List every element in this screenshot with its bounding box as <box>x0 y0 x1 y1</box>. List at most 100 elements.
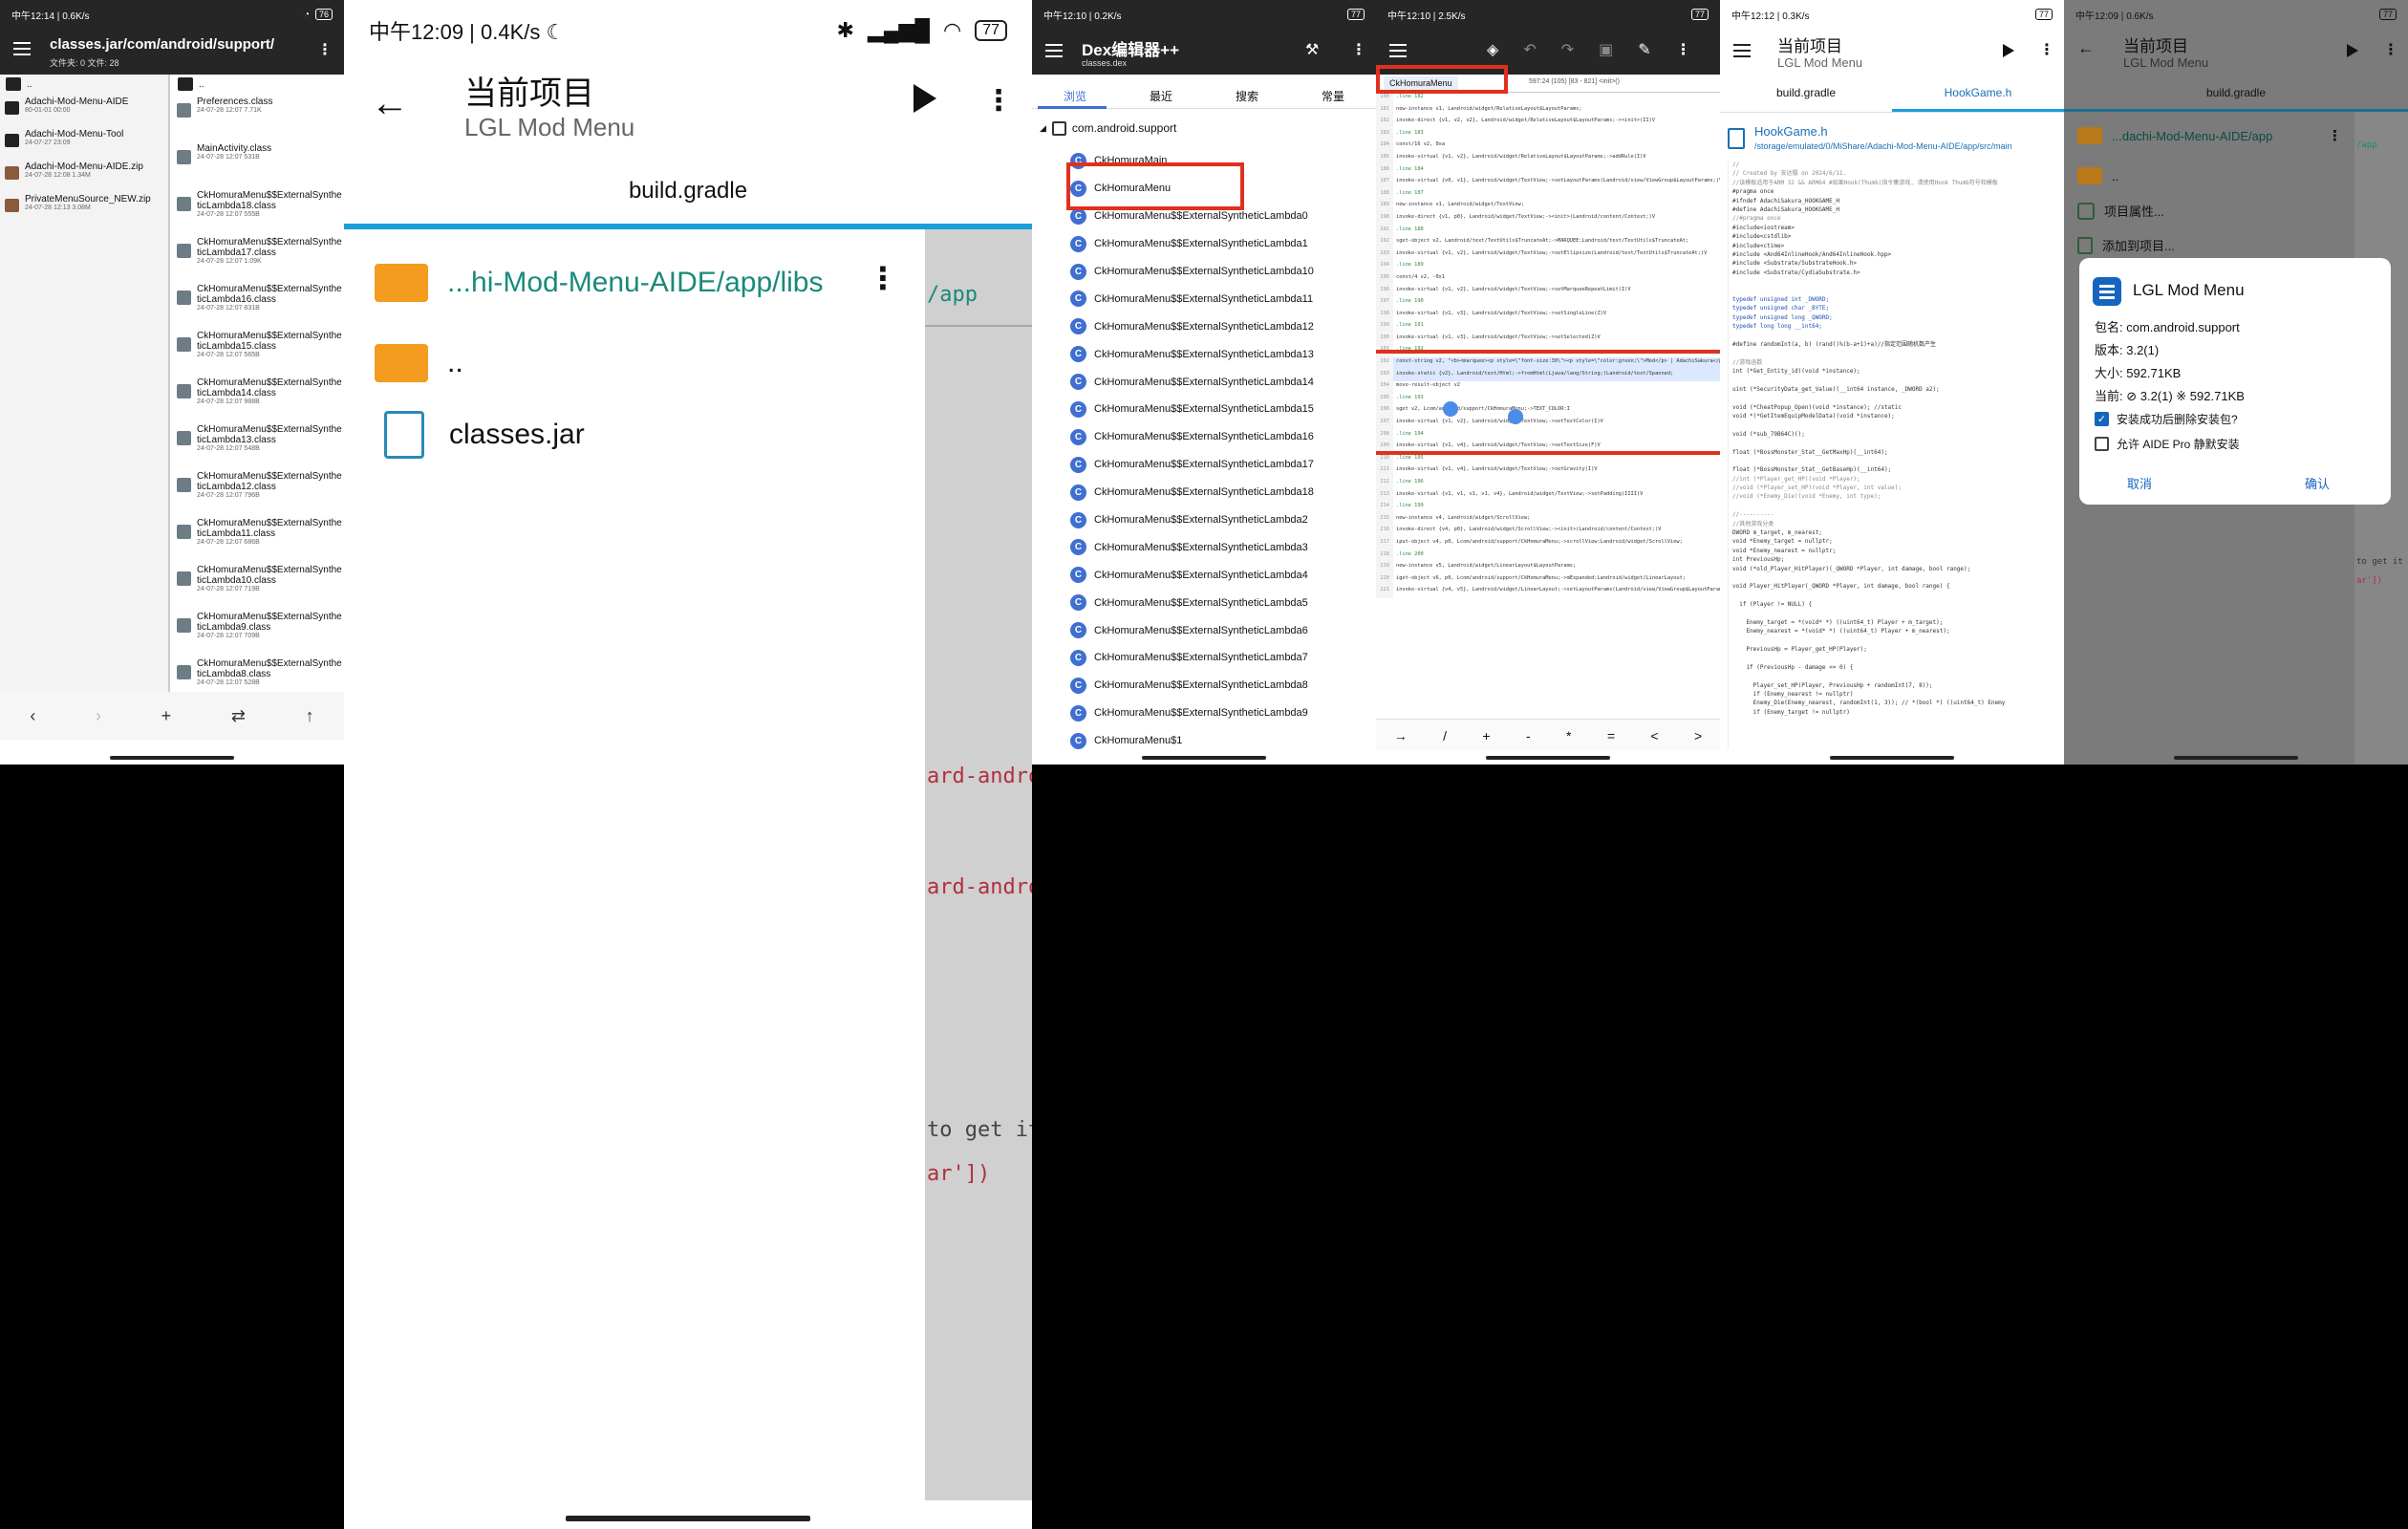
symbol-key[interactable]: + <box>1482 728 1490 743</box>
file-list-item[interactable]: CkHomuraMenu$$ExternalSyntheticLambda9.c… <box>172 609 344 656</box>
menu-icon[interactable] <box>13 42 31 55</box>
class-list-item[interactable]: C CkHomuraMenu$$ExternalSyntheticLambda4 <box>1070 561 1376 589</box>
add-button[interactable]: + <box>161 706 172 726</box>
overflow-icon[interactable]: ⋮ <box>1351 40 1366 59</box>
back-arrow-icon[interactable]: ← <box>371 82 409 125</box>
class-list-item[interactable]: C CkHomuraMenu$$ExternalSyntheticLambda8 <box>1070 672 1376 700</box>
dialog-overflow-icon[interactable]: ⋮ <box>868 260 898 296</box>
dialog-path-row[interactable]: ...hi-Mod-Menu-AIDE/app/libs <box>375 254 824 312</box>
class-list-item[interactable]: C CkHomuraMenu$$ExternalSyntheticLambda14 <box>1070 368 1376 396</box>
hammer-icon[interactable]: ⚒ <box>1305 40 1319 59</box>
undo-icon[interactable]: ↶ <box>1523 40 1536 59</box>
forward-nav-button[interactable]: › <box>96 706 101 726</box>
parent-dir-row[interactable]: .. <box>0 75 168 94</box>
class-list-item[interactable]: C CkHomuraMenu$$ExternalSyntheticLambda13 <box>1070 340 1376 368</box>
tab-2[interactable]: 搜索 <box>1236 82 1258 108</box>
menu-add-to-project[interactable]: 添加到项目... <box>2077 236 2175 254</box>
confirm-button[interactable]: 确认 <box>2305 474 2330 492</box>
class-list-item[interactable]: C CkHomuraMenu$$ExternalSyntheticLambda12 <box>1070 312 1376 340</box>
class-list-item[interactable]: C CkHomuraMenu$$ExternalSyntheticLambda3 <box>1070 533 1376 561</box>
symbol-key[interactable]: → <box>1394 728 1408 743</box>
parent-dir-row[interactable]: .. <box>172 75 344 94</box>
tab-build-gradle[interactable]: build.gradle <box>344 178 1032 205</box>
back-arrow-icon[interactable]: ← <box>2077 38 2095 58</box>
class-list-item[interactable]: C CkHomuraMenu$$ExternalSyntheticLambda7 <box>1070 644 1376 672</box>
selection-handle-right[interactable] <box>1508 409 1523 424</box>
file-list-item[interactable]: CkHomuraMenu$$ExternalSyntheticLambda11.… <box>172 515 344 562</box>
symbol-key[interactable]: * <box>1566 728 1571 743</box>
class-list-item[interactable]: C CkHomuraMenu$$ExternalSyntheticLambda5 <box>1070 589 1376 616</box>
file-list-item[interactable]: PrivateMenuSource_NEW.zip 24-07-28 12:13 … <box>0 191 168 224</box>
tab-hookgame[interactable]: HookGame.h <box>1892 86 2064 99</box>
selection-handle-left[interactable] <box>1443 401 1458 417</box>
tab-build-gradle[interactable]: build.gradle <box>1720 86 1892 99</box>
run-icon[interactable] <box>2347 44 2358 57</box>
overflow-icon[interactable]: ⋮ <box>2383 40 2398 59</box>
class-list-item[interactable]: C CkHomuraMenu$$ExternalSyntheticLambda17 <box>1070 451 1376 479</box>
swap-button[interactable]: ⇄ <box>231 706 246 726</box>
file-list-item[interactable]: CkHomuraMenu$$ExternalSyntheticLambda15.… <box>172 328 344 375</box>
menu-project-properties[interactable]: 项目属性... <box>2077 202 2164 220</box>
silent-install-checkbox[interactable]: 允许 AIDE Pro 静默安装 <box>2095 436 2240 452</box>
delete-after-install-checkbox[interactable]: ✓ 安装成功后删除安装包? <box>2095 411 2238 427</box>
file-list-item[interactable]: Preferences.class 24-07-28 12:07 7.71K <box>172 94 344 140</box>
tab-0[interactable]: 浏览 <box>1064 82 1086 108</box>
class-list-item[interactable]: C CkHomuraMenu$$ExternalSyntheticLambda16 <box>1070 423 1376 451</box>
settings-icon <box>2077 202 2095 220</box>
class-list-item[interactable]: C CkHomuraMenu$$ExternalSyntheticLambda1 <box>1070 230 1376 258</box>
class-list-item[interactable]: C CkHomuraMenu$$ExternalSyntheticLambda9 <box>1070 700 1376 727</box>
class-list-item[interactable]: C CkHomuraMenu$$ExternalSyntheticLambda15 <box>1070 396 1376 423</box>
class-list-item[interactable]: C CkHomuraMenu$$ExternalSyntheticLambda11 <box>1070 285 1376 312</box>
up-button[interactable]: ↑ <box>306 706 314 726</box>
class-list-item[interactable]: C CkHomuraMenu$$ExternalSyntheticLambda6 <box>1070 616 1376 644</box>
path-overflow-icon[interactable]: ⋮ <box>2328 127 2342 144</box>
redo-icon[interactable]: ↷ <box>1561 40 1574 59</box>
run-icon[interactable] <box>2003 44 2014 57</box>
file-list-item[interactable]: CkHomuraMenu$$ExternalSyntheticLambda17.… <box>172 234 344 281</box>
compass-icon[interactable]: ◈ <box>1487 40 1498 59</box>
overflow-icon[interactable]: ⋮ <box>1676 40 1691 59</box>
class-list-item[interactable]: C CkHomuraMenu$$ExternalSyntheticLambda10 <box>1070 258 1376 286</box>
menu-icon[interactable] <box>1733 44 1751 57</box>
file-list-item[interactable]: Adachi-Mod-Menu-AIDE.zip 24-07-28 12:08 1… <box>0 159 168 191</box>
symbol-key[interactable]: > <box>1694 728 1702 743</box>
package-row[interactable]: ◢ com.android.support <box>1040 118 1176 138</box>
symbol-key[interactable]: - <box>1526 728 1531 743</box>
class-list-item[interactable]: C CkHomuraMenu$1 <box>1070 727 1376 755</box>
overflow-icon[interactable]: ⋮ <box>2039 40 2054 59</box>
path-row[interactable]: ...dachi-Mod-Menu-AIDE/app <box>2077 127 2272 144</box>
symbol-key[interactable]: / <box>1443 728 1447 743</box>
file-list-item[interactable]: Adachi-Mod-Menu-AIDE 80-01-01 00:00 <box>0 94 168 126</box>
class-list-item[interactable]: C CkHomuraMenu$$ExternalSyntheticLambda18 <box>1070 479 1376 506</box>
menu-icon[interactable] <box>1389 44 1407 57</box>
code-text: .line 188 <box>1396 226 1424 232</box>
file-list-item[interactable]: CkHomuraMenu$$ExternalSyntheticLambda10.… <box>172 562 344 609</box>
file-list-item[interactable]: CkHomuraMenu$$ExternalSyntheticLambda16.… <box>172 281 344 328</box>
file-list-item[interactable]: CkHomuraMenu$$ExternalSyntheticLambda12.… <box>172 468 344 515</box>
jar-file-row[interactable]: classes.jar <box>384 401 585 468</box>
tab-build-gradle[interactable]: build.gradle <box>2064 86 2408 99</box>
file-list-item[interactable]: MainActivity.class 24-07-28 12:07 531B <box>172 140 344 187</box>
parent-dir-row[interactable]: .. <box>375 334 463 392</box>
class-list-item[interactable]: C CkHomuraMenu$$ExternalSyntheticLambda2 <box>1070 506 1376 534</box>
run-icon[interactable] <box>914 84 936 113</box>
tab-1[interactable]: 最近 <box>1150 82 1172 108</box>
class-file-icon <box>177 103 191 118</box>
menu-icon[interactable] <box>1045 44 1063 57</box>
edit-icon[interactable]: ✎ <box>1638 40 1650 59</box>
save-icon[interactable]: ▣ <box>1599 40 1613 59</box>
parent-dir-row[interactable]: .. <box>2077 167 2118 184</box>
file-list-item[interactable]: Adachi-Mod-Menu-Tool 24-07-27 23:09 <box>0 126 168 159</box>
file-list-item[interactable]: CkHomuraMenu$$ExternalSyntheticLambda18.… <box>172 187 344 234</box>
code-line: #include<cstdlib> <box>1732 233 1792 241</box>
overflow-icon[interactable]: ⋮ <box>984 84 1013 118</box>
back-nav-button[interactable]: ‹ <box>30 706 35 726</box>
cancel-button[interactable]: 取消 <box>2127 474 2152 492</box>
symbol-key[interactable]: < <box>1650 728 1658 743</box>
file-list-item[interactable]: CkHomuraMenu$$ExternalSyntheticLambda14.… <box>172 375 344 421</box>
overflow-icon[interactable]: ⋮ <box>317 40 333 59</box>
tab-3[interactable]: 常量 <box>1322 82 1344 108</box>
file-list-item[interactable]: CkHomuraMenu$$ExternalSyntheticLambda13.… <box>172 421 344 468</box>
file-name: CkHomuraMenu$$ExternalSyntheticLambda9.c… <box>197 612 342 633</box>
symbol-key[interactable]: = <box>1607 728 1615 743</box>
